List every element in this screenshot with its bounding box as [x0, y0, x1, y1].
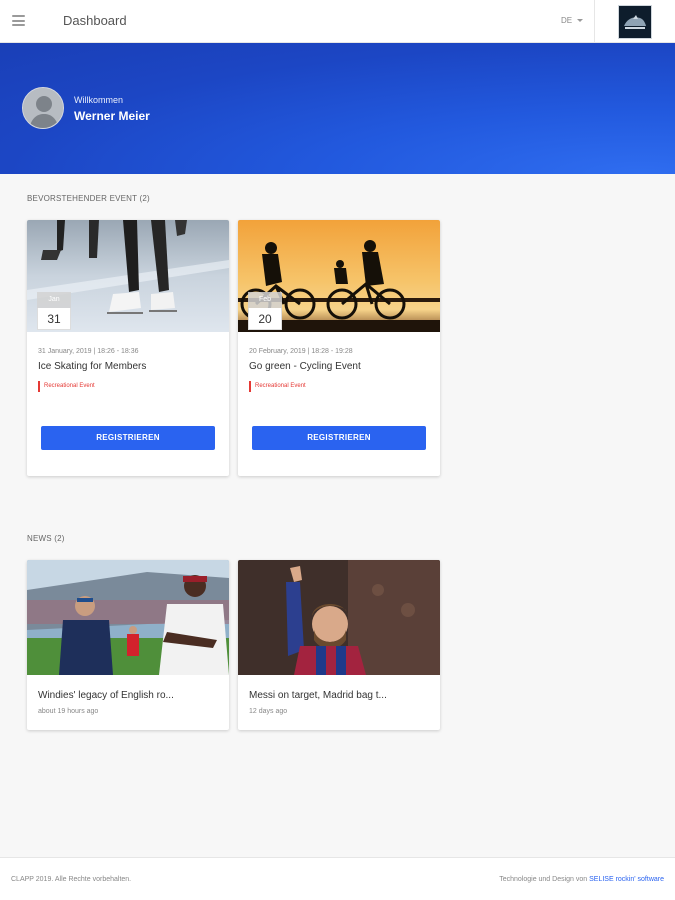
- news-title[interactable]: Messi on target, Madrid bag t...: [249, 690, 387, 701]
- event-card[interactable]: Jan 31 31 January, 2019 | 18:26 - 18:36 …: [27, 220, 229, 476]
- app-logo[interactable]: [618, 5, 652, 39]
- news-time: 12 days ago: [249, 708, 288, 715]
- date-day: 31: [37, 308, 71, 330]
- hamburger-menu-icon[interactable]: [12, 15, 25, 26]
- logo-icon: [621, 10, 649, 34]
- welcome-banner: Willkommen Werner Meier: [0, 43, 675, 174]
- date-badge: Jan 31: [37, 292, 71, 330]
- date-month: Feb: [248, 292, 282, 308]
- copyright-text: CLAPP 2019. Alle Rechte vorbehalten.: [11, 876, 132, 883]
- event-title[interactable]: Go green - Cycling Event: [249, 361, 361, 372]
- event-card[interactable]: Feb 20 20 February, 2019 | 18:28 - 19:28…: [238, 220, 440, 476]
- cycling-photo: Feb 20: [238, 220, 440, 332]
- language-select[interactable]: DE: [561, 16, 584, 25]
- ice-skating-photo: Jan 31: [27, 220, 229, 332]
- date-day: 20: [248, 308, 282, 330]
- events-section-title: BEVORSTEHENDER EVENT (2): [27, 194, 150, 203]
- news-time: about 19 hours ago: [38, 708, 99, 715]
- credit-prefix: Technologie und Design von: [499, 876, 588, 883]
- event-datetime: 20 February, 2019 | 18:28 - 19:28: [249, 348, 353, 355]
- register-button[interactable]: REGISTRIEREN: [41, 426, 215, 450]
- welcome-text: Willkommen: [74, 95, 124, 105]
- football-photo: [238, 560, 440, 675]
- event-category-tag: Recreational Event: [38, 381, 95, 392]
- news-card[interactable]: Windies' legacy of English ro... about 1…: [27, 560, 229, 730]
- top-app-bar: Dashboard DE: [0, 0, 675, 43]
- chevron-down-icon: [577, 19, 584, 23]
- credit-text: Technologie und Design von SELISE rockin…: [499, 876, 664, 883]
- register-button[interactable]: REGISTRIEREN: [252, 426, 426, 450]
- news-card[interactable]: Messi on target, Madrid bag t... 12 days…: [238, 560, 440, 730]
- credit-link[interactable]: SELISE rockin' software: [589, 876, 664, 883]
- event-title[interactable]: Ice Skating for Members: [38, 361, 146, 372]
- event-category-tag: Recreational Event: [249, 381, 306, 392]
- cricket-photo: [27, 560, 229, 675]
- page-title: Dashboard: [63, 13, 127, 28]
- date-badge: Feb 20: [248, 292, 282, 330]
- news-title[interactable]: Windies' legacy of English ro...: [38, 690, 174, 701]
- user-name: Werner Meier: [74, 109, 150, 123]
- avatar[interactable]: [22, 87, 64, 129]
- divider: [594, 0, 595, 43]
- footer: CLAPP 2019. Alle Rechte vorbehalten. Tec…: [0, 857, 675, 900]
- news-section-title: NEWS (2): [27, 534, 65, 543]
- event-datetime: 31 January, 2019 | 18:26 - 18:36: [38, 348, 139, 355]
- language-label: DE: [561, 16, 573, 25]
- user-avatar-icon: [23, 88, 63, 128]
- date-month: Jan: [37, 292, 71, 308]
